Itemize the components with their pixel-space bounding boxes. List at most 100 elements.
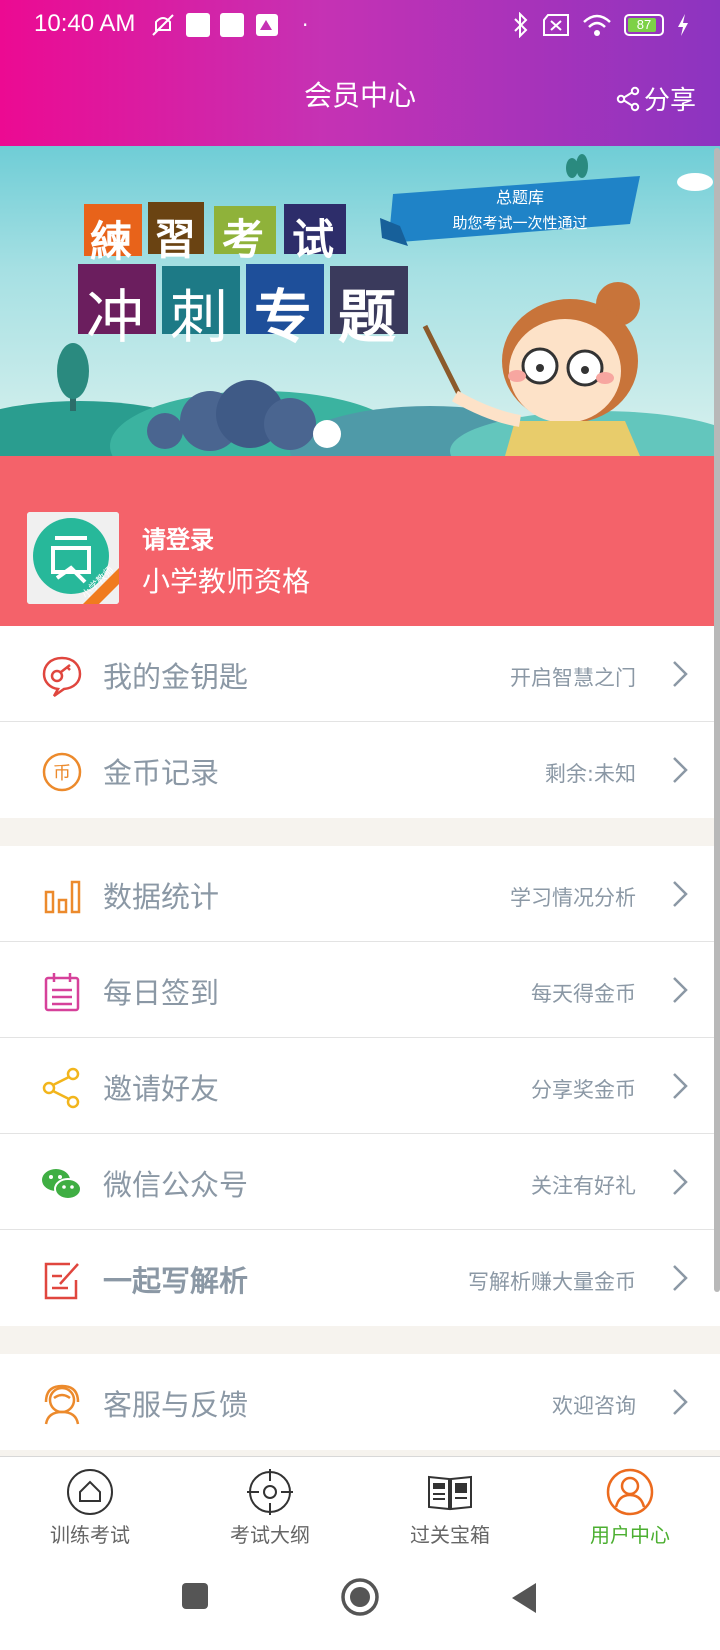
charging-icon <box>678 14 688 36</box>
notification-square-icon <box>186 13 210 37</box>
menu-item-support-feedback[interactable]: 客服与反馈 欢迎咨询 <box>0 1354 720 1450</box>
share-label: 分享 <box>643 86 696 116</box>
wifi-icon <box>583 14 611 36</box>
menu-group-activity: 数据统计 学习情况分析 每日签到 每天得金币 邀请好友 分享奖金币 微信公众号 … <box>0 846 720 1326</box>
menu-hint: 每天得金币 <box>531 982 636 1006</box>
ribbon-line1: 总题库 <box>495 188 544 207</box>
banner-char: 专 <box>254 283 313 351</box>
banner-char: 刺 <box>170 283 229 351</box>
tab-exam-syllabus[interactable]: 考试大纲 <box>180 1457 360 1561</box>
menu-hint: 关注有好礼 <box>531 1174 636 1198</box>
chevron-right-icon <box>673 1389 688 1415</box>
key-icon <box>42 656 82 698</box>
banner-ribbon: 总题库 助您考试一次性通过 <box>400 184 640 233</box>
tab-treasure-box[interactable]: 过关宝箱 <box>360 1457 540 1561</box>
app-notification-icon <box>256 14 278 36</box>
mute-icon <box>152 14 174 36</box>
square-icon <box>182 1583 208 1609</box>
share-icon <box>42 1067 80 1109</box>
tab-user-center[interactable]: 用户中心 <box>540 1457 720 1561</box>
ribbon-line2: 助您考试一次性通过 <box>452 214 588 232</box>
menu-item-daily-checkin[interactable]: 每日签到 每天得金币 <box>0 942 720 1038</box>
support-icon <box>44 1384 80 1425</box>
chevron-right-icon <box>673 1265 688 1291</box>
chevron-right-icon <box>673 881 688 907</box>
avatar[interactable]: 小学教师 <box>27 512 119 604</box>
menu-label: 邀请好友 <box>103 1072 220 1106</box>
avatar-logo-icon <box>27 512 119 604</box>
bottom-tab-bar: 训练考试 考试大纲 过关宝箱 用户中心 <box>0 1456 720 1561</box>
home-icon <box>67 1469 113 1515</box>
menu-hint: 开启智慧之门 <box>510 666 636 690</box>
scrollbar[interactable] <box>714 148 720 1292</box>
menu-hint: 写解析赚大量金币 <box>468 1270 636 1294</box>
menu-label: 微信公众号 <box>103 1168 249 1202</box>
back-button[interactable] <box>508 1581 538 1619</box>
home-button[interactable] <box>340 1577 380 1621</box>
chevron-right-icon <box>673 977 688 1003</box>
back-triangle-icon <box>512 1583 536 1613</box>
wechat-icon <box>42 1169 82 1200</box>
page-title: 会员中心 <box>303 79 416 112</box>
menu-label: 数据统计 <box>103 880 220 914</box>
tab-label: 用户中心 <box>590 1523 670 1547</box>
battery-icon: 87 <box>624 14 664 36</box>
banner-char: 试 <box>292 215 335 264</box>
user-icon <box>606 1468 654 1516</box>
chevron-right-icon <box>673 661 688 687</box>
menu-item-wechat-account[interactable]: 微信公众号 关注有好礼 <box>0 1134 720 1230</box>
no-sim-icon <box>543 14 569 36</box>
login-link[interactable]: 请登录 <box>142 520 214 555</box>
circle-icon <box>341 1578 379 1616</box>
menu-label: 每日签到 <box>103 976 220 1010</box>
menu-hint: 剩余:未知 <box>544 762 636 786</box>
menu-label: 金币记录 <box>103 756 220 790</box>
menu-item-invite-friends[interactable]: 邀请好友 分享奖金币 <box>0 1038 720 1134</box>
exam-subject: 小学教师资格 <box>142 565 311 598</box>
share-button[interactable]: 分享 <box>616 80 696 117</box>
chevron-right-icon <box>673 1169 688 1195</box>
notification-square-icon <box>220 13 244 37</box>
menu-item-write-analysis[interactable]: 一起写解析 写解析赚大量金币 <box>0 1230 720 1326</box>
target-icon <box>247 1469 293 1515</box>
menu-label: 我的金钥匙 <box>103 660 249 694</box>
banner-char: 考 <box>222 215 265 264</box>
banner-char: 冲 <box>86 283 145 351</box>
banner-char: 習 <box>154 215 197 264</box>
tab-label: 过关宝箱 <box>410 1523 490 1547</box>
recent-apps-button[interactable] <box>180 1581 210 1615</box>
banner-char: 練 <box>90 217 133 266</box>
status-time: 10:40 AM <box>34 10 136 37</box>
menu-label: 客服与反馈 <box>103 1388 249 1422</box>
notification-icons: · <box>150 12 308 38</box>
menu-hint: 学习情况分析 <box>510 886 636 910</box>
system-nav-bar <box>0 1561 720 1650</box>
tab-label: 考试大纲 <box>230 1523 310 1547</box>
menu-item-golden-key[interactable]: 我的金钥匙 开启智慧之门 <box>0 626 720 722</box>
promo-banner[interactable]: 練 習 考 试 冲 刺 专 题 总题库 助您考试一次性通过 <box>0 146 720 456</box>
battery-level: 87 <box>636 17 652 32</box>
menu-hint: 分享奖金币 <box>531 1078 636 1102</box>
tab-training-exam[interactable]: 训练考试 <box>0 1457 180 1561</box>
status-bar: 10:40 AM · 87 <box>0 0 720 52</box>
book-icon <box>428 1475 472 1511</box>
banner-char: 题 <box>338 283 397 351</box>
chevron-right-icon <box>673 1073 688 1099</box>
coin-icon: 币 <box>42 752 82 792</box>
menu-item-data-stats[interactable]: 数据统计 学习情况分析 <box>0 846 720 942</box>
calendar-icon <box>44 973 80 1012</box>
system-icons: 87 <box>512 12 690 38</box>
menu-hint: 欢迎咨询 <box>552 1394 636 1418</box>
share-icon <box>616 86 640 111</box>
menu-group-account: 我的金钥匙 开启智慧之门 币 金币记录 剩余:未知 <box>0 626 720 818</box>
menu-label: 一起写解析 <box>103 1264 249 1298</box>
tab-label: 训练考试 <box>50 1523 130 1547</box>
menu-group-support: 客服与反馈 欢迎咨询 <box>0 1354 720 1450</box>
svg-text:币: 币 <box>53 763 71 784</box>
edit-icon <box>44 1262 79 1300</box>
profile-card[interactable]: 小学教师 请登录 小学教师资格 <box>0 456 720 626</box>
bluetooth-icon <box>514 12 528 38</box>
chevron-right-icon <box>673 757 688 783</box>
menu-item-coin-record[interactable]: 币 金币记录 剩余:未知 <box>0 722 720 818</box>
bar-chart-icon <box>44 880 81 914</box>
